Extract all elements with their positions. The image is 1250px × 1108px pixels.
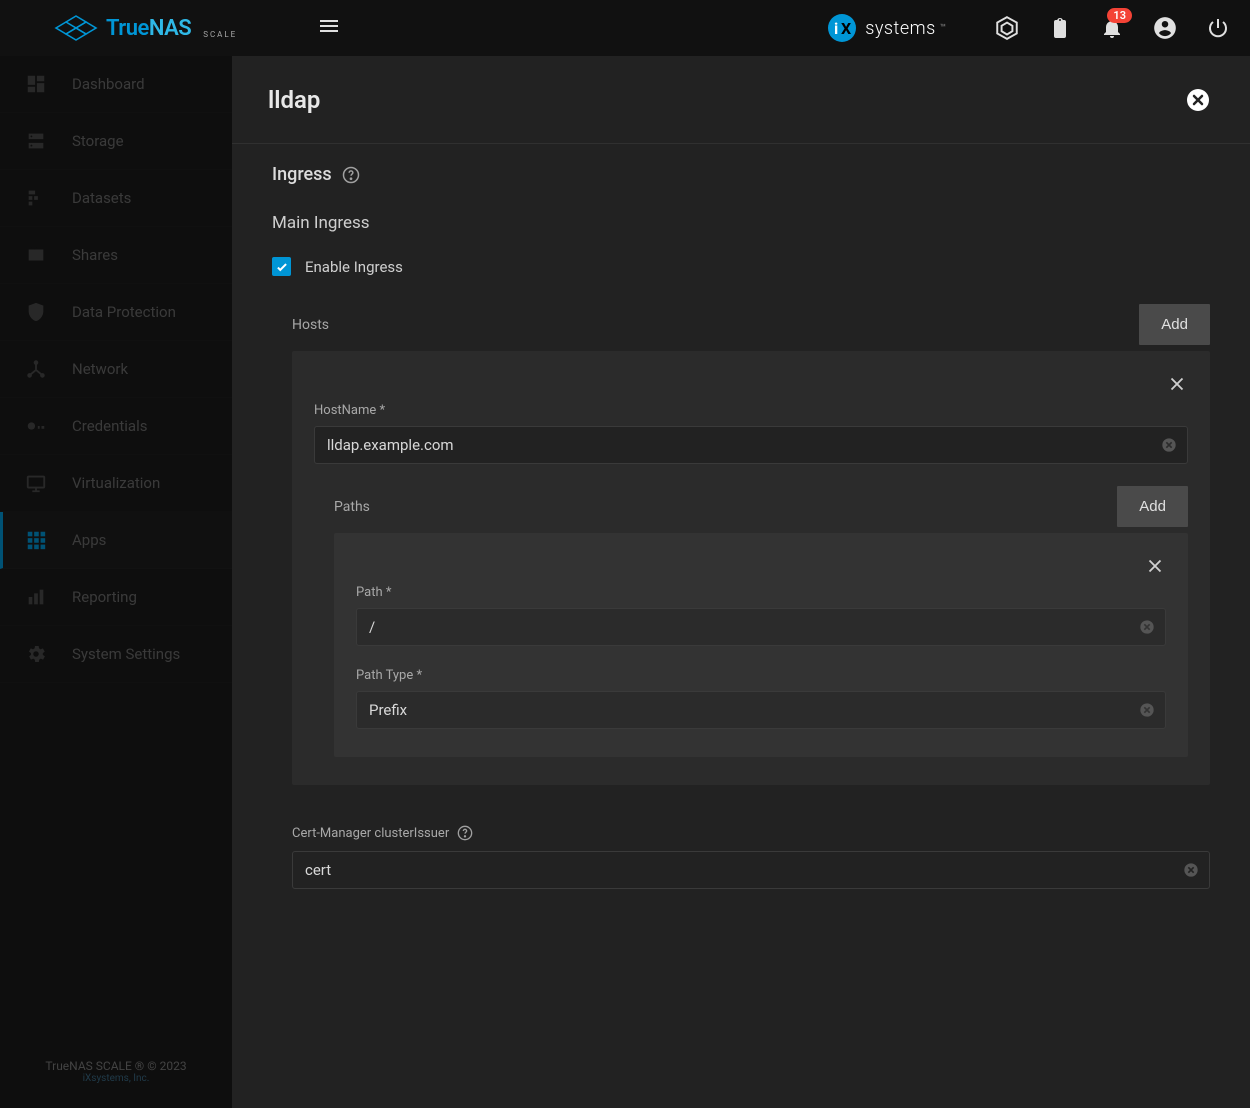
cert-label-row: Cert-Manager clusterIssuer <box>292 825 1210 841</box>
topbar: TrueNAS SCALE i X systems ™ 13 <box>0 0 1250 56</box>
path-type-value: Prefix <box>369 701 1129 719</box>
clear-path-icon[interactable] <box>1139 619 1155 635</box>
hosts-header: Hosts Add <box>272 304 1210 345</box>
vendor-name: systems <box>865 18 936 39</box>
hostname-label: HostName * <box>314 403 1188 418</box>
logo-variant: SCALE <box>203 30 237 39</box>
power-icon[interactable] <box>1206 16 1230 40</box>
clear-cert-icon[interactable] <box>1183 862 1199 878</box>
account-icon[interactable] <box>1152 15 1178 41</box>
enable-ingress-row: Enable Ingress <box>272 257 1210 276</box>
panel-body: Ingress Main Ingress Enable Ingress Host… <box>232 144 1250 1108</box>
subsection-title: Main Ingress <box>272 213 1210 233</box>
logo-mark-icon <box>52 15 98 41</box>
cert-label: Cert-Manager clusterIssuer <box>292 826 449 841</box>
remove-host-icon[interactable] <box>1166 373 1188 399</box>
paths-label: Paths <box>334 499 370 515</box>
logo[interactable]: TrueNAS SCALE <box>52 15 237 41</box>
cert-section: Cert-Manager clusterIssuer <box>292 825 1210 889</box>
vendor-logo[interactable]: i X systems ™ <box>827 13 946 43</box>
ix-mark-icon: i X <box>827 13 857 43</box>
logo-text: TrueNAS <box>106 16 191 41</box>
hosts-label: Hosts <box>292 317 329 333</box>
paths-header: Paths Add <box>314 486 1188 527</box>
topbar-left: TrueNAS SCALE <box>52 14 341 42</box>
help-icon[interactable] <box>342 166 360 184</box>
add-path-button[interactable]: Add <box>1117 486 1188 527</box>
close-icon[interactable] <box>1186 88 1210 112</box>
enable-ingress-label: Enable Ingress <box>305 258 403 276</box>
path-input-wrap <box>356 608 1166 646</box>
svg-text:i: i <box>834 19 838 38</box>
svg-text:X: X <box>841 19 851 38</box>
path-card: Path * Path Type * Prefix <box>334 533 1188 757</box>
path-type-select[interactable]: Prefix <box>356 691 1166 729</box>
add-host-button[interactable]: Add <box>1139 304 1210 345</box>
cert-input[interactable] <box>305 861 1173 879</box>
clear-path-type-icon[interactable] <box>1139 702 1155 718</box>
section-header: Ingress <box>272 164 1210 185</box>
clear-hostname-icon[interactable] <box>1161 437 1177 453</box>
panel-title: lldap <box>268 86 320 114</box>
hostname-input[interactable] <box>327 436 1151 454</box>
menu-toggle-icon[interactable] <box>317 14 341 42</box>
slide-panel: lldap Ingress Main Ingress Enable Ingres… <box>232 56 1250 1108</box>
cert-input-wrap <box>292 851 1210 889</box>
systems-icon[interactable] <box>994 15 1020 41</box>
host-card: HostName * Paths Add Path * <box>292 351 1210 785</box>
path-input[interactable] <box>369 618 1129 636</box>
remove-path-icon[interactable] <box>1144 555 1166 581</box>
notifications-badge: 13 <box>1107 8 1132 23</box>
path-type-label: Path Type * <box>356 668 1166 683</box>
panel-header: lldap <box>232 56 1250 144</box>
clipboard-icon[interactable] <box>1048 16 1072 40</box>
notifications-icon[interactable]: 13 <box>1100 16 1124 40</box>
section-title: Ingress <box>272 164 332 185</box>
path-label: Path * <box>356 585 1166 600</box>
enable-ingress-checkbox[interactable] <box>272 257 291 276</box>
hostname-input-wrap <box>314 426 1188 464</box>
topbar-right: i X systems ™ 13 <box>827 13 1230 43</box>
cert-help-icon[interactable] <box>457 825 473 841</box>
